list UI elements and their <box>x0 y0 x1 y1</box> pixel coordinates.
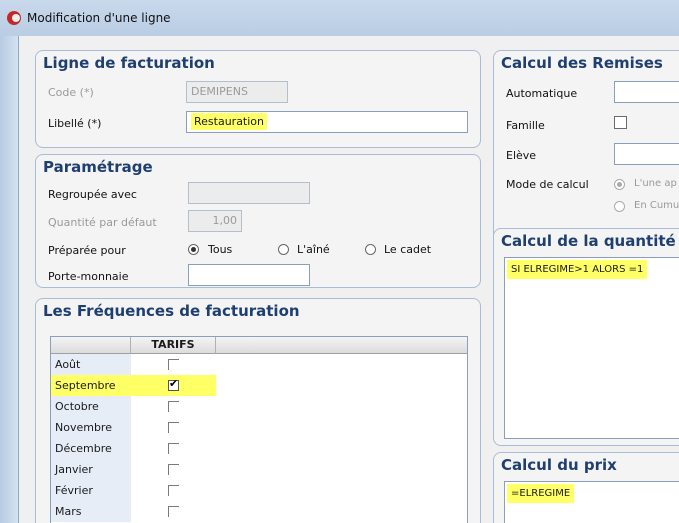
famille-label: Famille <box>506 119 545 132</box>
preparee-label: Préparée pour <box>48 244 126 257</box>
tarif-cell <box>131 354 216 375</box>
dialog-client-area: Ligne de facturation Code (*) DEMIPENS L… <box>18 36 679 523</box>
code-field: DEMIPENS <box>186 81 288 103</box>
frequences-grid: TARIFS Août Septembre Octobre Novembre D… <box>50 336 468 523</box>
table-row[interactable]: Février <box>51 480 467 501</box>
table-row[interactable]: Décembre <box>51 438 467 459</box>
quantite-defaut-label: Quantité par défaut <box>48 216 157 229</box>
grid-header-month-col <box>51 337 131 354</box>
ligne-group: Ligne de facturation Code (*) DEMIPENS L… <box>35 50 481 148</box>
famille-checkbox[interactable] <box>614 116 627 129</box>
radio-cadet-label: Le cadet <box>384 243 432 256</box>
app-logo-icon <box>7 11 21 25</box>
table-row[interactable]: Septembre <box>51 375 467 396</box>
radio-cadet[interactable] <box>365 244 376 255</box>
window-titlebar: Modification d'une ligne <box>0 0 679 36</box>
regroupee-label: Regroupée avec <box>48 188 137 201</box>
month-cell: Décembre <box>51 438 131 459</box>
porte-monnaie-label: Porte-monnaie <box>48 270 129 283</box>
automatique-label: Automatique <box>506 87 578 100</box>
mode-radio-1[interactable] <box>614 179 625 190</box>
tarif-checkbox[interactable] <box>168 401 179 412</box>
remises-group: Calcul des Remises Automatique Famille E… <box>493 50 679 256</box>
quantite-defaut-field[interactable]: 1,00 <box>188 210 242 232</box>
prix-calc-title: Calcul du prix <box>501 456 617 474</box>
eleve-label: Elève <box>506 149 537 162</box>
mode-option-1-label: L'une ap <box>634 178 677 189</box>
radio-aine[interactable] <box>278 244 289 255</box>
month-cell: Août <box>51 354 131 375</box>
month-cell: Novembre <box>51 417 131 438</box>
regroupee-field[interactable] <box>188 182 310 204</box>
eleve-field[interactable] <box>614 143 679 165</box>
tarif-checkbox[interactable] <box>168 464 179 475</box>
tarif-checkbox[interactable] <box>168 377 179 391</box>
remises-group-title: Calcul des Remises <box>501 54 663 72</box>
radio-tous-label: Tous <box>208 243 233 256</box>
mode-radio-2[interactable] <box>614 201 625 212</box>
prix-formula: =ELREGIME <box>507 484 575 503</box>
tarif-cell <box>131 438 216 459</box>
tarif-checkbox[interactable] <box>168 506 179 517</box>
code-label: Code (*) <box>48 86 94 99</box>
frequences-group-title: Les Fréquences de facturation <box>43 302 300 320</box>
quantite-calc-group: Calcul de la quantité SI ELREGIME>1 ALOR… <box>493 228 679 446</box>
libelle-value: Restauration <box>191 113 268 130</box>
automatique-field[interactable] <box>614 81 679 103</box>
mode-option-2-label: En Cumu <box>634 200 679 211</box>
frequences-group: Les Fréquences de facturation TARIFS Aoû… <box>35 298 481 523</box>
radio-tous[interactable] <box>188 244 199 255</box>
month-cell: Février <box>51 480 131 501</box>
tarif-cell <box>131 459 216 480</box>
tarif-checkbox[interactable] <box>168 443 179 454</box>
ligne-group-title: Ligne de facturation <box>43 54 215 72</box>
tarif-checkbox[interactable] <box>168 359 179 370</box>
tarif-cell <box>131 417 216 438</box>
quantite-formula-editor[interactable]: SI ELREGIME>1 ALORS =1 <box>504 257 679 439</box>
prix-formula-editor[interactable]: =ELREGIME <box>504 481 679 523</box>
mode-calcul-label: Mode de calcul <box>506 178 589 191</box>
tarif-cell <box>131 501 216 522</box>
tarif-cell <box>131 480 216 501</box>
table-row[interactable]: Mars <box>51 501 467 522</box>
tarif-cell <box>131 396 216 417</box>
quantite-calc-title: Calcul de la quantité <box>501 232 676 250</box>
month-cell: Mars <box>51 501 131 522</box>
tarif-cell <box>131 375 216 396</box>
grid-header-tarifs[interactable]: TARIFS <box>131 337 216 354</box>
tarif-checkbox[interactable] <box>168 485 179 496</box>
window-frame-left <box>0 36 18 523</box>
table-row[interactable]: Novembre <box>51 417 467 438</box>
grid-header: TARIFS <box>51 337 467 354</box>
month-cell: Septembre <box>51 375 131 396</box>
table-row[interactable]: Octobre <box>51 396 467 417</box>
prix-calc-group: Calcul du prix =ELREGIME <box>493 452 679 523</box>
radio-aine-label: L'aîné <box>297 243 330 256</box>
table-row[interactable]: Janvier <box>51 459 467 480</box>
libelle-field[interactable]: Restauration <box>186 111 468 133</box>
table-row[interactable]: Août <box>51 354 467 375</box>
window-title: Modification d'une ligne <box>27 11 171 25</box>
quantite-formula: SI ELREGIME>1 ALORS =1 <box>507 260 648 279</box>
month-cell: Octobre <box>51 396 131 417</box>
tarif-checkbox[interactable] <box>168 422 179 433</box>
libelle-label: Libellé (*) <box>48 117 102 130</box>
porte-monnaie-field[interactable] <box>188 264 310 286</box>
month-cell: Janvier <box>51 459 131 480</box>
parametrage-group: Paramétrage Regroupée avec Quantité par … <box>35 154 481 288</box>
parametrage-group-title: Paramétrage <box>43 158 153 176</box>
